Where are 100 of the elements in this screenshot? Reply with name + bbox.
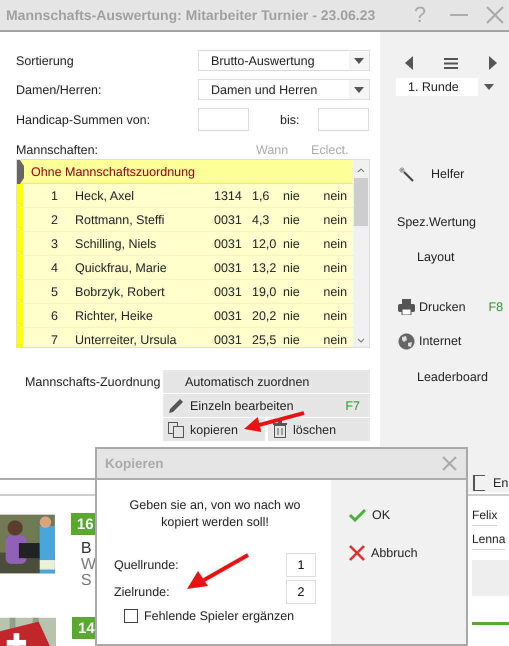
action-button[interactable]: löschen — [268, 418, 370, 441]
table-cell-text: Bobrzyk, Robert — [75, 284, 166, 298]
trash-icon — [272, 420, 288, 438]
field-label: Damen/Herren: — [16, 82, 102, 96]
column-header: Wann — [256, 143, 290, 157]
door-icon — [473, 475, 487, 491]
player-row[interactable]: 3 Schilling, Niels 0031 12,0 nie nein — [17, 232, 354, 256]
marker-icon — [17, 160, 24, 184]
input-field[interactable] — [198, 108, 249, 131]
table-cell-text: 19,0 — [252, 284, 278, 298]
table-cell-text: 25,5 — [252, 332, 278, 346]
table-cell-text: Unterreiter, Ursula — [75, 332, 178, 346]
player-row[interactable]: 5 Bobrzyk, Robert 0031 19,0 nie nein — [17, 280, 354, 304]
minimize-icon — [450, 14, 468, 16]
dropdown[interactable]: Damen und Herren — [198, 79, 370, 100]
table-cell-text: 0031 — [214, 284, 243, 298]
table-cell-text: 0031 — [214, 332, 243, 346]
menu-icon — [444, 58, 458, 68]
table-cell-text: nein — [323, 236, 348, 250]
table-cell-text: Heck, Axel — [75, 188, 136, 202]
caret-icon — [354, 86, 364, 92]
magic-wand-icon — [398, 166, 414, 182]
group-title: Ohne Mannschaftszuordnung — [31, 164, 195, 178]
table-cell-text: nein — [323, 308, 348, 322]
side-button[interactable]: Drucken F8 — [380, 297, 509, 317]
player-row[interactable]: 6 Richter, Heike 0031 20,2 nie nein — [17, 304, 354, 328]
table-cell-text: Rottmann, Steffi — [75, 212, 166, 226]
dialog-message: Geben sie an, von wo nach wo kopiert werden soll! — [128, 497, 302, 531]
table-cell-text: Schilling, Niels — [75, 236, 158, 250]
table-cell-text: nie — [283, 188, 301, 202]
scrollbar[interactable] — [353, 160, 369, 347]
table-cell-text: 4 — [50, 260, 58, 274]
table-cell-text: 0031 — [214, 260, 243, 274]
table-cell-text: 0031 — [214, 308, 243, 322]
table-cell-text: 12,0 — [252, 236, 278, 250]
input-field[interactable]: 1 — [286, 553, 316, 577]
scroll-up-icon — [357, 168, 366, 173]
table-cell-text: nie — [283, 284, 301, 298]
dialog-title: Kopieren — [105, 456, 165, 471]
table-cell-text: 1,6 — [252, 188, 270, 202]
dialog-button[interactable]: OK — [349, 506, 466, 524]
table-cell-text: Richter, Heike — [75, 308, 154, 322]
player-row[interactable]: 7 Unterreiter, Ursula 0031 25,5 nie nein — [17, 328, 354, 347]
side-button[interactable]: Internet — [380, 331, 509, 351]
caret-icon — [484, 84, 494, 90]
card-text: S — [80, 573, 93, 589]
close-button[interactable] — [441, 455, 458, 472]
scroll-thumb[interactable] — [354, 178, 368, 226]
table-cell-text: Quickfrau, Marie — [75, 260, 168, 274]
copy-icon — [167, 420, 185, 438]
list-entry[interactable]: Felix — [472, 508, 498, 526]
side-button[interactable]: Helfer — [380, 164, 509, 184]
table-cell-text: 0031 — [214, 236, 243, 250]
input-field[interactable] — [318, 108, 369, 131]
shortcut-label: F7 — [345, 398, 360, 412]
close-icon — [442, 456, 457, 471]
table-cell-text: 1314 — [214, 188, 243, 202]
accent-rule — [472, 622, 509, 625]
scroll-down-icon — [357, 338, 366, 343]
side-button[interactable]: Leaderboard — [380, 367, 509, 387]
card-text: B — [80, 541, 93, 557]
globe-icon — [398, 332, 415, 350]
window-title: Mannschafts-Auswertung: Mitarbeiter Turnier - 23.06.23 — [6, 7, 376, 23]
table-cell-text: 20,2 — [252, 308, 278, 322]
next-icon — [489, 56, 497, 70]
checkbox[interactable] — [124, 609, 138, 623]
action-button[interactable]: Automatisch zuordnen — [163, 370, 370, 393]
previous-icon — [405, 56, 413, 70]
table-cell-text: nein — [323, 260, 348, 274]
date-badge: 16 — [70, 513, 95, 535]
table-cell-text: nie — [283, 260, 301, 274]
pencil-icon — [167, 396, 185, 414]
table-cell-text: 1 — [50, 188, 58, 202]
table-cell-text: nein — [323, 188, 348, 202]
table-cell-text: 4,3 — [252, 212, 270, 226]
player-row[interactable]: 1 Heck, Axel 1314 1,6 nie nein — [17, 184, 354, 208]
action-button[interactable]: Einzeln bearbeiten F7 — [163, 394, 370, 417]
table-cell-text: nie — [283, 236, 301, 250]
dropdown[interactable]: Brutto-Auswertung — [198, 50, 370, 71]
table-cell-text: 6 — [50, 308, 58, 322]
printer-icon — [398, 299, 415, 315]
action-button[interactable]: kopieren — [163, 418, 265, 441]
list-label: Mannschaften: — [16, 143, 99, 157]
table-cell-text: nie — [283, 332, 301, 346]
caret-icon — [354, 58, 364, 64]
round-dropdown[interactable]: 1. Runde — [396, 78, 478, 96]
dialog-button[interactable]: Abbruch — [349, 544, 466, 562]
list-entry[interactable]: Lenna — [472, 532, 506, 550]
player-row[interactable]: 4 Quickfrau, Marie 0031 13,2 nie nein — [17, 256, 354, 280]
group-row[interactable]: Ohne Mannschaftszuordnung — [17, 160, 354, 184]
input-field[interactable]: 2 — [286, 580, 316, 604]
side-button[interactable]: En — [473, 473, 508, 493]
player-row[interactable]: 2 Rottmann, Steffi 0031 4,3 nie nein — [17, 208, 354, 232]
field-label: Zielrunde: — [114, 585, 170, 599]
close-icon — [486, 6, 504, 24]
shortcut-label: F8 — [488, 300, 504, 314]
checkbox-label: Fehlende Spieler ergänzen — [144, 609, 294, 623]
side-button[interactable]: Layout — [380, 247, 509, 267]
check-icon — [349, 508, 366, 522]
side-button[interactable]: Spez.Wertung — [380, 212, 509, 232]
